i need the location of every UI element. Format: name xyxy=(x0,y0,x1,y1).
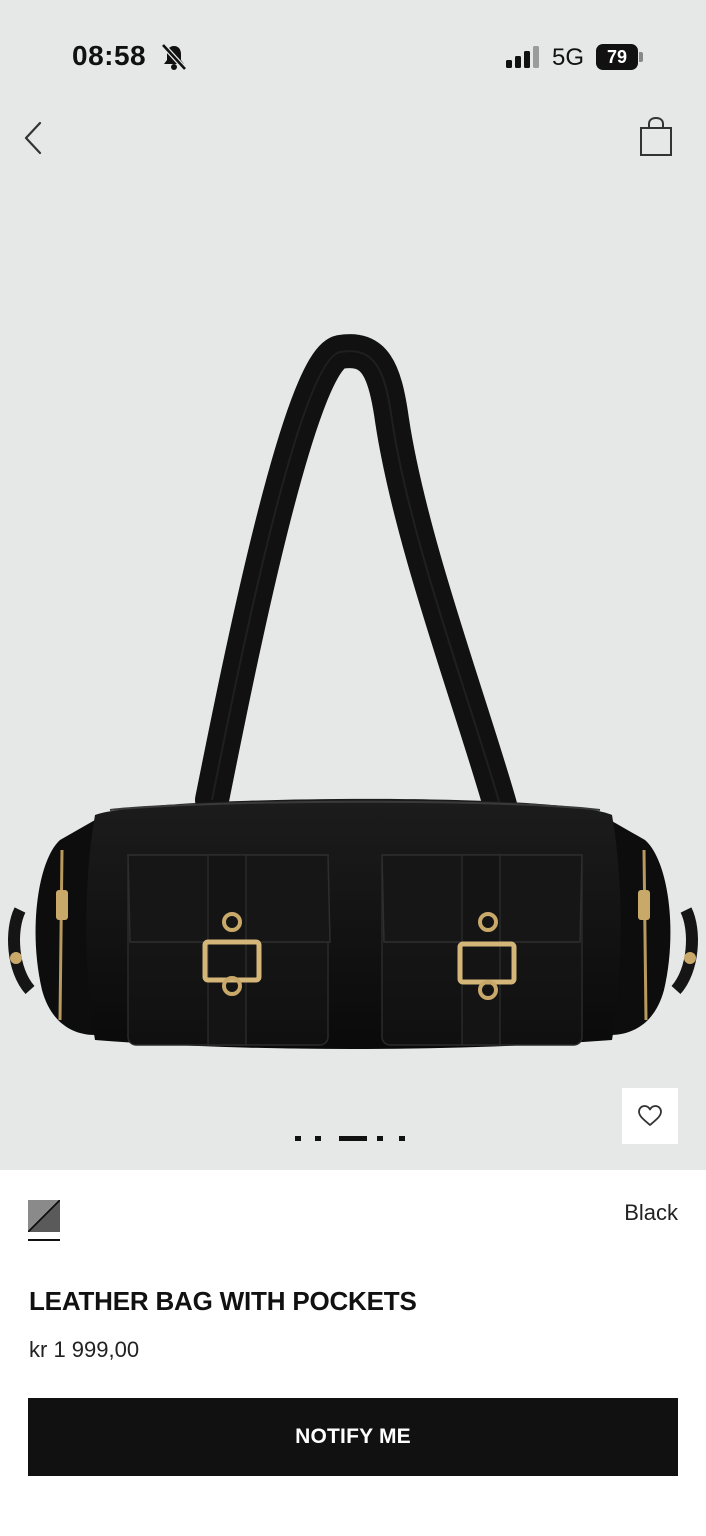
status-time: 08:58 xyxy=(72,40,147,71)
product-price: kr 1 999,00 xyxy=(29,1337,140,1362)
color-name: Black xyxy=(624,1200,678,1225)
battery-tip xyxy=(639,52,643,62)
pagination-dot[interactable] xyxy=(315,1136,321,1141)
chevron-left-icon xyxy=(24,121,42,155)
shopping-bag-button[interactable] xyxy=(638,116,674,158)
shopping-bag-icon xyxy=(640,116,672,156)
back-button[interactable] xyxy=(18,118,52,158)
signal-icon xyxy=(506,46,539,68)
wishlist-button[interactable] xyxy=(622,1088,678,1144)
product-title: LEATHER BAG WITH POCKETS xyxy=(29,1286,417,1316)
pagination-dot[interactable] xyxy=(399,1136,405,1141)
swatch-selected-indicator xyxy=(28,1239,60,1241)
notify-me-button[interactable]: NOTIFY ME xyxy=(28,1398,678,1476)
pagination-dot[interactable] xyxy=(295,1136,301,1141)
battery-icon: 79 xyxy=(596,44,638,70)
color-swatch[interactable] xyxy=(28,1200,60,1232)
heart-icon xyxy=(638,1105,662,1126)
bell-slash-icon xyxy=(161,43,187,71)
status-bar: 08:58 5G 79 xyxy=(0,0,706,110)
pagination-dot[interactable] xyxy=(377,1136,383,1141)
product-gallery[interactable]: 08:58 5G 79 xyxy=(0,0,706,1170)
product-image xyxy=(8,334,698,1049)
color-selector: Black xyxy=(28,1198,678,1242)
pagination-dot-active[interactable] xyxy=(339,1136,367,1141)
network-label: 5G xyxy=(552,44,585,71)
